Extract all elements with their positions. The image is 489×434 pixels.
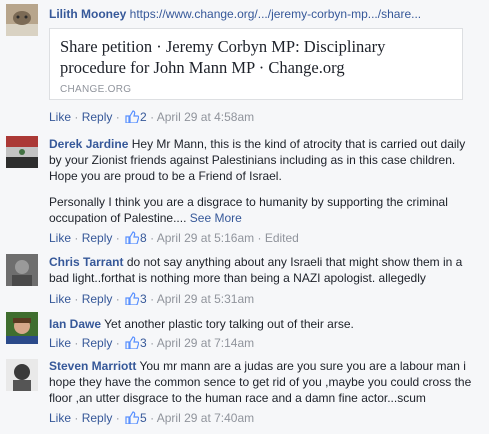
reply-button[interactable]: Reply: [82, 110, 113, 124]
comment-author[interactable]: Derek Jardine: [49, 137, 128, 151]
like-count: 2: [140, 110, 147, 124]
comment-derek-jardine: Derek Jardine Hey Mr Mann, this is the k…: [0, 128, 489, 250]
comment-lilith-mooney: Lilith Mooney https://www.change.org/...…: [0, 0, 489, 128]
reply-button[interactable]: Reply: [82, 292, 113, 306]
comment-link[interactable]: https://www.change.org/.../jeremy-corbyn…: [130, 7, 421, 21]
like-button[interactable]: Like: [49, 231, 71, 245]
comment-text-2: Personally I think you are a disgrace to…: [49, 195, 448, 225]
avatar[interactable]: [6, 254, 38, 286]
like-count: 3: [140, 292, 147, 306]
separator: ·: [71, 292, 82, 306]
separator: ·: [112, 411, 124, 425]
thumbs-up-icon: [125, 292, 140, 305]
comment-author[interactable]: Lilith Mooney: [49, 7, 126, 21]
reply-button[interactable]: Reply: [82, 231, 113, 245]
separator: ·: [254, 231, 265, 245]
like-button[interactable]: Like: [49, 411, 71, 425]
comment-actions: Like · Reply · 2 · April 29 at 4:58am: [49, 109, 481, 125]
comment-author[interactable]: Steven Marriott: [49, 359, 136, 373]
separator: ·: [112, 292, 124, 306]
separator: ·: [146, 411, 157, 425]
separator: ·: [112, 110, 124, 124]
separator: ·: [112, 231, 124, 245]
timestamp[interactable]: April 29 at 5:16am: [157, 231, 254, 245]
comment-actions: Like · Reply · 5 · April 29 at 7:40am: [49, 410, 481, 426]
like-count-button[interactable]: 3: [123, 292, 147, 306]
like-count-button[interactable]: 5: [123, 411, 147, 425]
separator: ·: [112, 336, 124, 350]
separator: ·: [146, 231, 157, 245]
reply-button[interactable]: Reply: [82, 411, 113, 425]
comment-author[interactable]: Ian Dawe: [49, 317, 101, 331]
separator: ·: [71, 231, 82, 245]
like-button[interactable]: Like: [49, 110, 71, 124]
comment-actions: Like · Reply · 3 · April 29 at 7:14am: [49, 335, 481, 351]
comment-text-continued: Personally I think you are a disgrace to…: [49, 194, 481, 226]
comment-author[interactable]: Chris Tarrant: [49, 255, 123, 269]
like-button[interactable]: Like: [49, 336, 71, 350]
thumbs-up-icon: [125, 231, 140, 244]
avatar[interactable]: [6, 136, 38, 168]
link-preview-domain: CHANGE.ORG: [60, 84, 132, 95]
separator: ·: [146, 110, 157, 124]
like-count-button[interactable]: 3: [123, 336, 147, 350]
link-preview-title: Share petition · Jeremy Corbyn MP: Disci…: [60, 37, 386, 77]
comment-chris-tarrant: Chris Tarrant do not say anything about …: [0, 250, 489, 312]
separator: ·: [146, 336, 157, 350]
separator: ·: [146, 292, 157, 306]
comment-text: Yet another plastic tory talking out of …: [104, 317, 354, 331]
comment-steven-marriott: Steven Marriott You mr mann are a judas …: [0, 352, 489, 434]
timestamp[interactable]: April 29 at 7:40am: [157, 411, 254, 425]
timestamp[interactable]: April 29 at 4:58am: [157, 110, 254, 124]
like-count-button[interactable]: 8: [123, 231, 147, 245]
avatar[interactable]: [6, 359, 38, 391]
separator: ·: [71, 336, 82, 350]
thumbs-up-icon: [125, 411, 140, 424]
timestamp[interactable]: April 29 at 7:14am: [157, 336, 254, 350]
like-count: 5: [140, 411, 147, 425]
comment-actions: Like · Reply · 3 · April 29 at 5:31am: [49, 291, 481, 307]
comment-ian-dawe: Ian Dawe Yet another plastic tory talkin…: [0, 312, 489, 352]
reply-button[interactable]: Reply: [82, 336, 113, 350]
like-button[interactable]: Like: [49, 292, 71, 306]
comment-actions: Like · Reply · 8 · April 29 at 5:16am · …: [49, 230, 481, 246]
thumbs-up-icon: [125, 110, 140, 123]
separator: ·: [71, 110, 82, 124]
link-preview-card[interactable]: Share petition · Jeremy Corbyn MP: Disci…: [49, 28, 463, 100]
see-more-link[interactable]: See More: [190, 211, 242, 225]
like-count: 8: [140, 231, 147, 245]
like-count: 3: [140, 336, 147, 350]
separator: ·: [71, 411, 82, 425]
edited-label[interactable]: Edited: [265, 231, 299, 245]
thumbs-up-icon: [125, 336, 140, 349]
like-count-button[interactable]: 2: [123, 110, 147, 124]
avatar[interactable]: [6, 312, 38, 344]
avatar[interactable]: [6, 4, 38, 36]
timestamp[interactable]: April 29 at 5:31am: [157, 292, 254, 306]
